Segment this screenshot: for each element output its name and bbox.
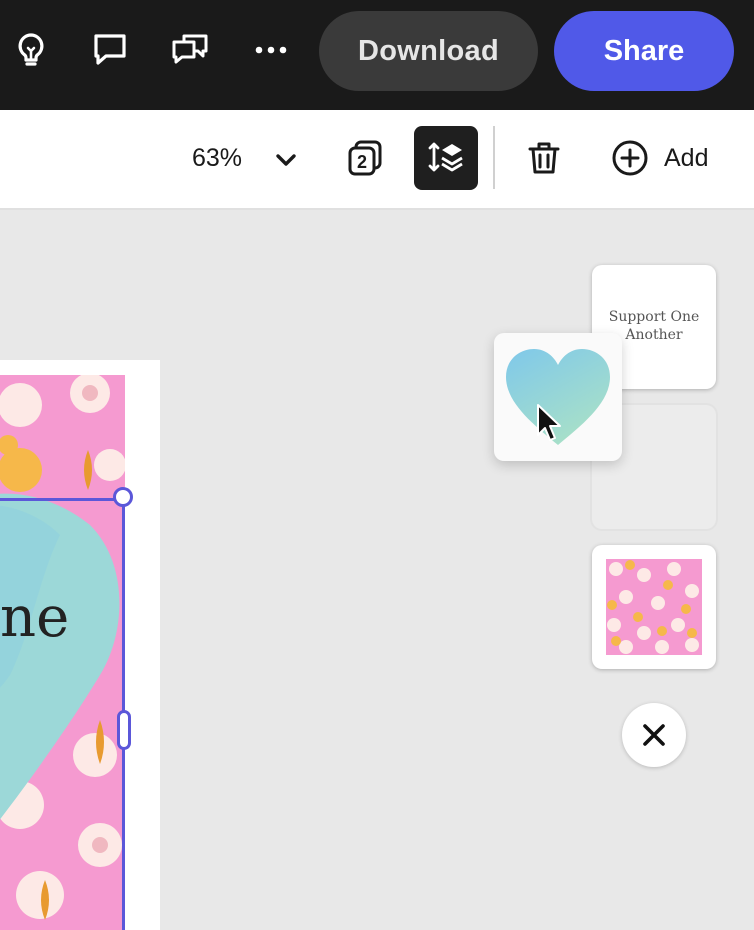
selection-border-top xyxy=(0,498,125,501)
rotate-handle[interactable] xyxy=(113,487,133,507)
add-button-label[interactable]: Add xyxy=(664,144,708,173)
comments-icon[interactable] xyxy=(170,30,210,70)
download-button[interactable]: Download xyxy=(319,11,538,91)
dragged-layer-heart[interactable] xyxy=(494,333,622,461)
canvas-heading-text[interactable]: ne xyxy=(0,585,69,650)
duplicate-page-icon[interactable]: 2 xyxy=(334,126,398,190)
pattern-thumbnail xyxy=(606,559,702,655)
layer-item-pattern[interactable] xyxy=(592,545,716,669)
chevron-down-icon[interactable] xyxy=(272,146,300,174)
reorder-layers-button[interactable] xyxy=(414,126,478,190)
reorder-layers-icon xyxy=(428,142,463,172)
share-button[interactable]: Share xyxy=(554,11,734,91)
trash-icon[interactable] xyxy=(512,126,576,190)
lightbulb-icon[interactable] xyxy=(11,30,51,70)
floral-pattern xyxy=(0,375,125,930)
comment-icon[interactable] xyxy=(90,30,130,70)
top-bar: Download Share xyxy=(0,0,754,110)
toolbar-divider xyxy=(493,126,495,189)
resize-handle-right[interactable] xyxy=(117,710,131,750)
close-button[interactable] xyxy=(622,703,686,767)
zoom-level[interactable]: 63% xyxy=(192,144,242,173)
edit-toolbar: 63% 2 Add xyxy=(0,110,754,210)
close-icon xyxy=(643,724,665,746)
page-count: 2 xyxy=(357,152,367,172)
mouse-cursor-icon xyxy=(537,404,561,441)
more-icon[interactable] xyxy=(251,30,291,70)
plus-circle-icon[interactable] xyxy=(598,126,662,190)
